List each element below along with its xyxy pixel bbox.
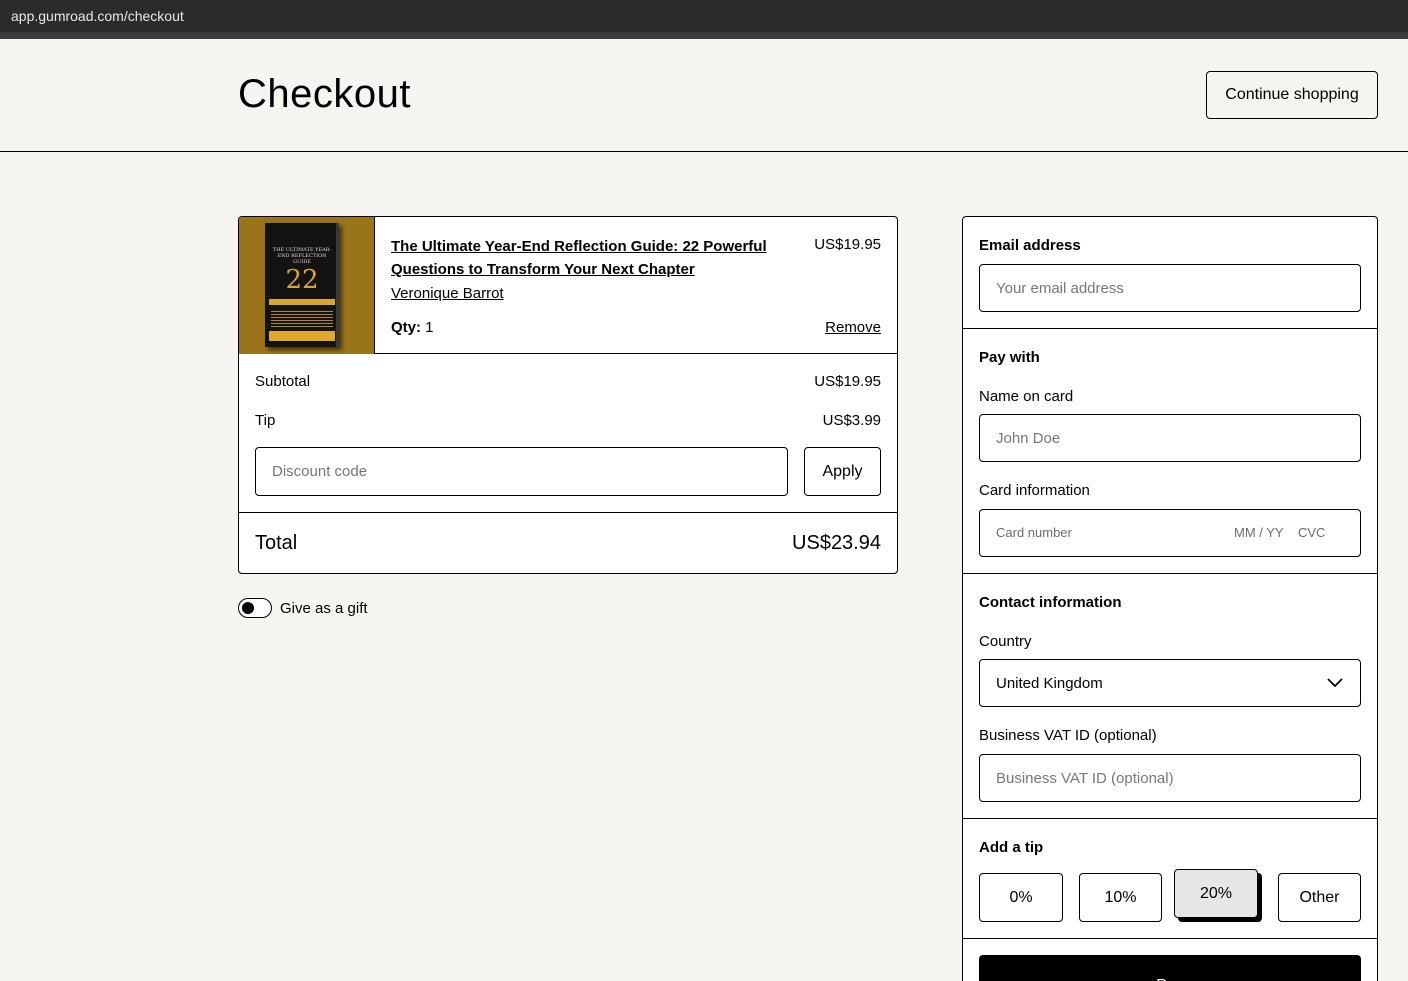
gift-toggle[interactable] <box>238 598 272 618</box>
section-divider <box>963 818 1377 819</box>
product-title-link[interactable]: The Ultimate Year-End Reflection Guide: … <box>391 235 791 281</box>
apply-discount-button[interactable]: Apply <box>804 447 881 496</box>
email-input[interactable] <box>979 264 1361 312</box>
url-text: app.gumroad.com/checkout <box>11 8 184 24</box>
country-value: United Kingdom <box>996 675 1103 692</box>
quantity-value: 1 <box>425 319 434 336</box>
total-divider <box>239 512 897 513</box>
remove-item-link[interactable]: Remove <box>825 319 881 336</box>
card-information-label: Card information <box>979 482 1090 499</box>
country-select[interactable]: United Kingdom <box>979 659 1361 707</box>
tip-option-10-button[interactable]: 10% <box>1079 873 1162 922</box>
page-title: Checkout <box>238 72 411 116</box>
pay-button[interactable]: Pay <box>979 955 1361 981</box>
payment-panel: Email address Pay with Name on card Card… <box>962 216 1378 981</box>
card-cvc-placeholder[interactable]: CVC <box>1298 525 1325 540</box>
pay-with-title: Pay with <box>979 349 1040 366</box>
chevron-down-icon <box>1327 678 1343 688</box>
toggle-knob <box>242 602 254 614</box>
vat-id-input[interactable] <box>979 754 1361 802</box>
book-cover-text-lines <box>271 311 333 327</box>
book-cover-band <box>269 299 335 305</box>
cart-panel: THE ULTIMATE YEAR-END REFLECTION GUIDE 2… <box>238 216 898 574</box>
add-tip-title: Add a tip <box>979 839 1044 856</box>
book-cover-image: THE ULTIMATE YEAR-END REFLECTION GUIDE 2… <box>265 223 339 347</box>
name-on-card-input[interactable] <box>979 414 1361 462</box>
product-thumbnail[interactable]: THE ULTIMATE YEAR-END REFLECTION GUIDE 2… <box>239 217 375 354</box>
card-expiry-placeholder[interactable]: MM / YY <box>1234 525 1284 540</box>
tip-option-other-button[interactable]: Other <box>1278 873 1361 922</box>
contact-information-title: Contact information <box>979 594 1122 611</box>
continue-shopping-button[interactable]: Continue shopping <box>1206 71 1378 119</box>
tip-option-0-button[interactable]: 0% <box>979 873 1063 922</box>
country-label: Country <box>979 633 1032 650</box>
total-value: US$23.94 <box>792 532 881 554</box>
book-cover-number: 22 <box>285 265 319 295</box>
product-price: US$19.95 <box>814 236 881 253</box>
email-section-title: Email address <box>979 237 1081 254</box>
section-divider <box>963 328 1377 329</box>
cart-item: THE ULTIMATE YEAR-END REFLECTION GUIDE 2… <box>239 217 897 354</box>
name-on-card-label: Name on card <box>979 388 1074 405</box>
vat-id-label: Business VAT ID (optional) <box>979 727 1157 744</box>
product-author-link[interactable]: Veronique Barrot <box>391 285 504 302</box>
subtotal-value: US$19.95 <box>814 373 881 390</box>
gift-option: Give as a gift <box>238 598 368 618</box>
tip-option-20-button[interactable]: 20% <box>1174 869 1258 918</box>
card-number-placeholder[interactable]: Card number <box>996 525 1072 540</box>
quantity-label: Qty: <box>391 319 421 336</box>
tip-value: US$3.99 <box>822 412 881 429</box>
subtotal-label: Subtotal <box>255 373 311 390</box>
card-information-field[interactable]: Card number MM / YY CVC <box>979 509 1361 557</box>
total-label: Total <box>255 532 298 554</box>
gift-label: Give as a gift <box>280 599 368 617</box>
section-divider <box>963 938 1377 939</box>
browser-url-bar[interactable]: app.gumroad.com/checkout <box>0 0 1408 32</box>
section-divider <box>963 573 1377 574</box>
header-divider <box>0 151 1408 152</box>
discount-code-input[interactable] <box>255 447 788 496</box>
book-cover-title: THE ULTIMATE YEAR-END REFLECTION GUIDE <box>272 247 332 265</box>
tip-label: Tip <box>255 412 276 429</box>
quantity: Qty: 1 <box>391 319 434 336</box>
browser-toolbar-strip <box>0 32 1408 39</box>
book-cover-footer <box>269 331 335 341</box>
